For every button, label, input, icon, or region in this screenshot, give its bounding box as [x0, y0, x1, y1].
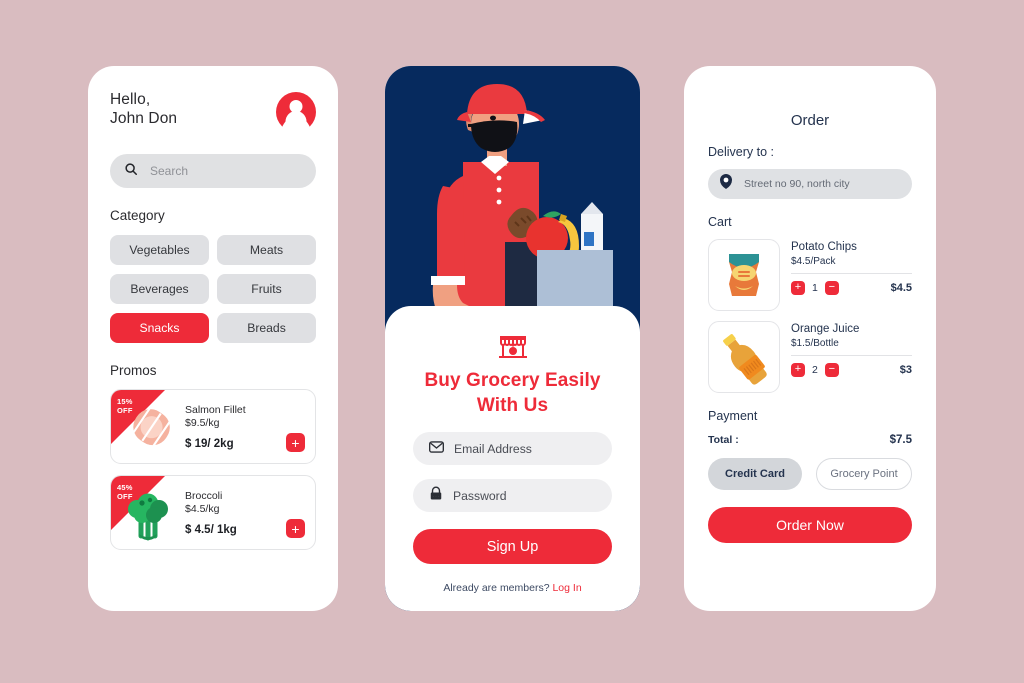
promo-card-broccoli[interactable]: 45% OFF Broccoli $4.5/kg $ 4.5/ 1kg +	[110, 475, 316, 550]
password-placeholder: Password	[453, 488, 507, 503]
promo-unit-price: $4.5/kg	[185, 502, 220, 515]
app-mockup-stage: Hello, John Don Search Category Vegetabl…	[0, 0, 1024, 683]
cart-item-unit-price: $1.5/Bottle	[791, 338, 839, 349]
signup-button[interactable]: Sign Up	[413, 529, 612, 564]
cart-item-controls: + 2 − $3	[791, 363, 912, 377]
search-icon	[124, 162, 138, 181]
orange-juice-image	[708, 321, 780, 393]
email-placeholder: Email Address	[454, 441, 532, 456]
payment-method-credit-card[interactable]: Credit Card	[708, 458, 802, 490]
category-chip-beverages[interactable]: Beverages	[110, 274, 209, 304]
cart-item-unit-price: $4.5/Pack	[791, 256, 836, 267]
cart-item-potato-chips: Potato Chips $4.5/Pack + 1 − $4.5	[708, 239, 912, 311]
category-title: Category	[110, 208, 165, 223]
broccoli-image	[111, 476, 185, 549]
decrease-quantity-button[interactable]: −	[824, 363, 839, 377]
login-link[interactable]: Log In	[552, 582, 581, 594]
total-value: $7.5	[889, 434, 912, 446]
promo-unit-price: $9.5/kg	[185, 416, 220, 429]
cart-item-line-total: $4.5	[890, 282, 912, 294]
add-to-cart-button[interactable]: +	[286, 433, 305, 452]
cart-item-line-total: $3	[899, 364, 912, 376]
page-title: Order	[790, 112, 830, 129]
search-placeholder: Search	[150, 164, 189, 178]
promo-name: Broccoli	[185, 489, 223, 502]
password-field[interactable]: Password	[413, 479, 612, 512]
lock-icon	[429, 486, 443, 506]
grocery-store-icon	[496, 328, 530, 362]
email-field[interactable]: Email Address	[413, 432, 612, 465]
auth-footer: Already are members? Log In	[413, 582, 612, 594]
divider	[791, 273, 912, 274]
category-chip-meats[interactable]: Meats	[217, 235, 316, 265]
increase-quantity-button[interactable]: +	[791, 363, 805, 377]
category-chip-vegetables[interactable]: Vegetables	[110, 235, 209, 265]
quantity-value: 1	[812, 282, 818, 294]
greeting-line-2: John Don	[110, 110, 178, 127]
cart-item-orange-juice: Orange Juice $1.5/Bottle + 2 − $3	[708, 321, 912, 393]
order-screen-phone: Order Delivery to : Street no 90, north …	[684, 66, 936, 611]
greeting-row: Hello, John Don	[110, 90, 316, 143]
potato-chips-image	[708, 239, 780, 311]
envelope-icon	[429, 440, 444, 458]
cart-item-name: Potato Chips	[791, 241, 857, 253]
category-chip-group: Vegetables Meats Beverages Fruits Snacks…	[110, 235, 316, 343]
avatar-body-shape	[285, 111, 307, 128]
signup-sheet: Buy Grocery Easily With Us Email Address	[385, 306, 640, 611]
delivery-label: Delivery to :	[708, 145, 774, 159]
auth-title-line-1: Buy Grocery Easily	[424, 370, 601, 391]
order-now-button[interactable]: Order Now	[708, 507, 912, 543]
delivery-address-value: Street no 90, north city	[744, 178, 850, 190]
greeting-text: Hello, John Don	[110, 90, 177, 128]
divider	[791, 355, 912, 356]
delivery-address-input[interactable]: Street no 90, north city	[708, 169, 912, 199]
cart-item-body: Potato Chips $4.5/Pack + 1 − $4.5	[791, 239, 912, 311]
auth-footer-text: Already are members?	[443, 582, 550, 594]
map-pin-icon	[720, 174, 732, 194]
payment-method-grocery-point[interactable]: Grocery Point	[816, 458, 912, 490]
home-screen-phone: Hello, John Don Search Category Vegetabl…	[88, 66, 338, 611]
cart-item-body: Orange Juice $1.5/Bottle + 2 − $3	[791, 321, 912, 393]
increase-quantity-button[interactable]: +	[791, 281, 805, 295]
category-chip-breads[interactable]: Breads	[217, 313, 316, 343]
add-to-cart-button[interactable]: +	[286, 519, 305, 538]
quantity-value: 2	[812, 364, 818, 376]
auth-title-line-2: With Us	[476, 395, 549, 416]
category-chip-snacks[interactable]: Snacks	[110, 313, 209, 343]
cart-label: Cart	[708, 215, 732, 229]
order-content: Order Delivery to : Street no 90, north …	[684, 66, 936, 543]
cart-item-controls: + 1 − $4.5	[791, 281, 912, 295]
home-content: Hello, John Don Search Category Vegetabl…	[88, 66, 338, 550]
payment-method-group: Credit Card Grocery Point	[708, 458, 912, 490]
avatar[interactable]	[276, 92, 316, 143]
payment-label: Payment	[708, 409, 758, 423]
greeting-line-1: Hello,	[110, 91, 151, 108]
search-input[interactable]: Search	[110, 154, 316, 188]
cart-item-name: Orange Juice	[791, 323, 860, 335]
signup-screen-phone: Buy Grocery Easily With Us Email Address	[385, 66, 640, 611]
promos-title: Promos	[110, 363, 157, 378]
decrease-quantity-button[interactable]: −	[824, 281, 839, 295]
auth-title: Buy Grocery Easily With Us	[413, 368, 612, 418]
total-label: Total :	[708, 434, 739, 446]
promo-card-salmon[interactable]: 15% OFF Salmon Fillet $9.5/kg $ 19/ 2kg …	[110, 389, 316, 464]
promo-name: Salmon Fillet	[185, 403, 246, 416]
total-row: Total : $7.5	[708, 434, 912, 446]
category-chip-fruits[interactable]: Fruits	[217, 274, 316, 304]
salmon-fillet-image	[111, 390, 185, 463]
